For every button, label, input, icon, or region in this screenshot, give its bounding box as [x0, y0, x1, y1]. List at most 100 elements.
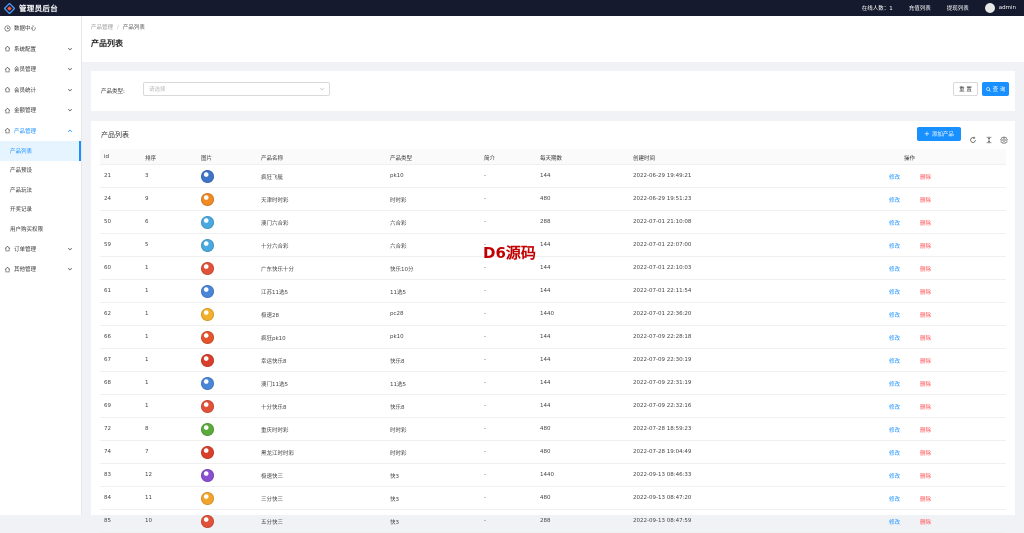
avatar[interactable]	[984, 3, 995, 13]
cell-id: 21	[104, 173, 111, 179]
sidebar-item-0[interactable]: 数据中心	[0, 18, 81, 39]
product-logo	[201, 261, 214, 275]
column-header-sort: 排序	[145, 156, 157, 162]
edit-link[interactable]: 修改	[889, 265, 900, 273]
sidebar-item-3[interactable]: 会员统计	[0, 80, 81, 101]
add-product-button[interactable]: + 添加产品	[917, 127, 961, 141]
cell-intro: -	[484, 380, 486, 386]
query-label: 查 询	[992, 87, 1006, 93]
table-row: 72 8 重庆时时彩 时时彩 - 480 2022-07-28 18:59:23…	[100, 418, 1006, 441]
edit-link[interactable]: 修改	[889, 242, 900, 250]
sidebar-bottom-item-1[interactable]: 其他管理	[0, 259, 81, 280]
edit-link[interactable]: 修改	[889, 196, 900, 204]
query-button[interactable]: 查 询	[982, 82, 1009, 96]
home-icon	[4, 245, 11, 252]
edit-link[interactable]: 修改	[889, 288, 900, 296]
cell-sort: 1	[145, 311, 149, 317]
cell-type: pk10	[390, 334, 404, 340]
sidebar-subitem-2[interactable]: 产品玩法	[0, 180, 81, 200]
table-row: 83 12 极速快三 快3 - 1440 2022-09-13 08:46:33…	[100, 464, 1006, 487]
product-logo	[201, 468, 214, 482]
cell-name: 澳门11选5	[261, 382, 288, 388]
cell-created: 2022-09-13 08:47:59	[633, 518, 692, 524]
sidebar-subitem-1[interactable]: 产品预设	[0, 161, 81, 181]
cell-type: 时时彩	[390, 198, 407, 204]
product-logo	[201, 238, 214, 252]
delete-link[interactable]: 删除	[920, 426, 931, 434]
sidebar-subitem-0[interactable]: 产品列表	[0, 141, 81, 161]
app-logo[interactable]: 管理员后台	[0, 0, 82, 16]
delete-link[interactable]: 删除	[920, 196, 931, 204]
cell-type: 快乐8	[390, 405, 405, 411]
edit-link[interactable]: 修改	[889, 495, 900, 503]
withdraw-list-link[interactable]: 提现列表	[947, 4, 969, 12]
edit-link[interactable]: 修改	[889, 173, 900, 181]
sidebar-subitem-3[interactable]: 开奖记录	[0, 200, 81, 220]
sidebar-item-label: 金额管理	[14, 108, 37, 115]
table-row: 66 1 疯狂pk10 pk10 - 144 2022-07-09 22:28:…	[100, 326, 1006, 349]
recharge-list-link[interactable]: 充值列表	[909, 4, 931, 12]
edit-link[interactable]: 修改	[889, 219, 900, 227]
edit-link[interactable]: 修改	[889, 449, 900, 457]
edit-link[interactable]: 修改	[889, 334, 900, 342]
delete-link[interactable]: 删除	[920, 518, 931, 526]
edit-link[interactable]: 修改	[889, 311, 900, 319]
home-icon	[4, 45, 11, 52]
sidebar-item-label: 订单管理	[14, 246, 37, 253]
delete-link[interactable]: 删除	[920, 357, 931, 365]
sidebar-bottom-item-0[interactable]: 订单管理	[0, 239, 81, 260]
app-title: 管理员后台	[19, 3, 58, 13]
user-name[interactable]: admin	[999, 5, 1016, 11]
delete-link[interactable]: 删除	[920, 380, 931, 388]
delete-link[interactable]: 删除	[920, 288, 931, 296]
edit-link[interactable]: 修改	[889, 357, 900, 365]
breadcrumb-parent[interactable]: 产品管理	[91, 25, 113, 31]
product-logo	[201, 514, 214, 528]
delete-link[interactable]: 删除	[920, 242, 931, 250]
table-header: id 排序 图片 产品名称 产品类型 简介 每天期数 创建时间 操作	[100, 149, 1006, 165]
cell-periods: 480	[540, 495, 551, 501]
product-type-select[interactable]: 请选择	[143, 82, 330, 96]
edit-link[interactable]: 修改	[889, 403, 900, 411]
product-logo	[201, 192, 214, 206]
chevron-down-icon	[67, 246, 73, 252]
sidebar-item-1[interactable]: 系统配置	[0, 39, 81, 60]
sidebar-subitem-4[interactable]: 用户购买权限	[0, 219, 81, 239]
cell-id: 66	[104, 334, 111, 340]
cell-intro: -	[484, 334, 486, 340]
cell-sort: 1	[145, 403, 149, 409]
settings-icon[interactable]	[1000, 129, 1008, 144]
refresh-icon[interactable]	[969, 129, 977, 143]
cell-sort: 1	[145, 357, 149, 363]
delete-link[interactable]: 删除	[920, 334, 931, 342]
delete-link[interactable]: 删除	[920, 219, 931, 227]
edit-link[interactable]: 修改	[889, 380, 900, 388]
sidebar-item-4[interactable]: 金额管理	[0, 100, 81, 121]
edit-link[interactable]: 修改	[889, 518, 900, 526]
sidebar-item-5[interactable]: 产品管理	[0, 121, 81, 142]
cell-intro: -	[484, 472, 486, 478]
column-height-icon[interactable]	[985, 129, 993, 144]
delete-link[interactable]: 删除	[920, 495, 931, 503]
delete-link[interactable]: 删除	[920, 173, 931, 181]
home-icon	[4, 266, 11, 273]
sidebar-item-label: 产品管理	[14, 128, 37, 135]
sidebar-item-2[interactable]: 会员管理	[0, 59, 81, 80]
edit-link[interactable]: 修改	[889, 426, 900, 434]
cell-id: 59	[104, 242, 111, 248]
delete-link[interactable]: 删除	[920, 449, 931, 457]
cell-type: 快乐10分	[390, 267, 414, 273]
delete-link[interactable]: 删除	[920, 472, 931, 480]
column-header-id: id	[104, 154, 110, 160]
chevron-down-icon	[67, 87, 73, 93]
cell-name: 极速28	[261, 313, 279, 319]
table-row: 85 10 五分快三 快3 - 288 2022-09-13 08:47:59 …	[100, 510, 1006, 533]
home-icon	[4, 86, 11, 93]
delete-link[interactable]: 删除	[920, 403, 931, 411]
cell-type: 快乐8	[390, 359, 405, 365]
delete-link[interactable]: 删除	[920, 311, 931, 319]
edit-link[interactable]: 修改	[889, 472, 900, 480]
cell-intro: -	[484, 173, 486, 179]
reset-button[interactable]: 重 置	[953, 82, 978, 96]
delete-link[interactable]: 删除	[920, 265, 931, 273]
